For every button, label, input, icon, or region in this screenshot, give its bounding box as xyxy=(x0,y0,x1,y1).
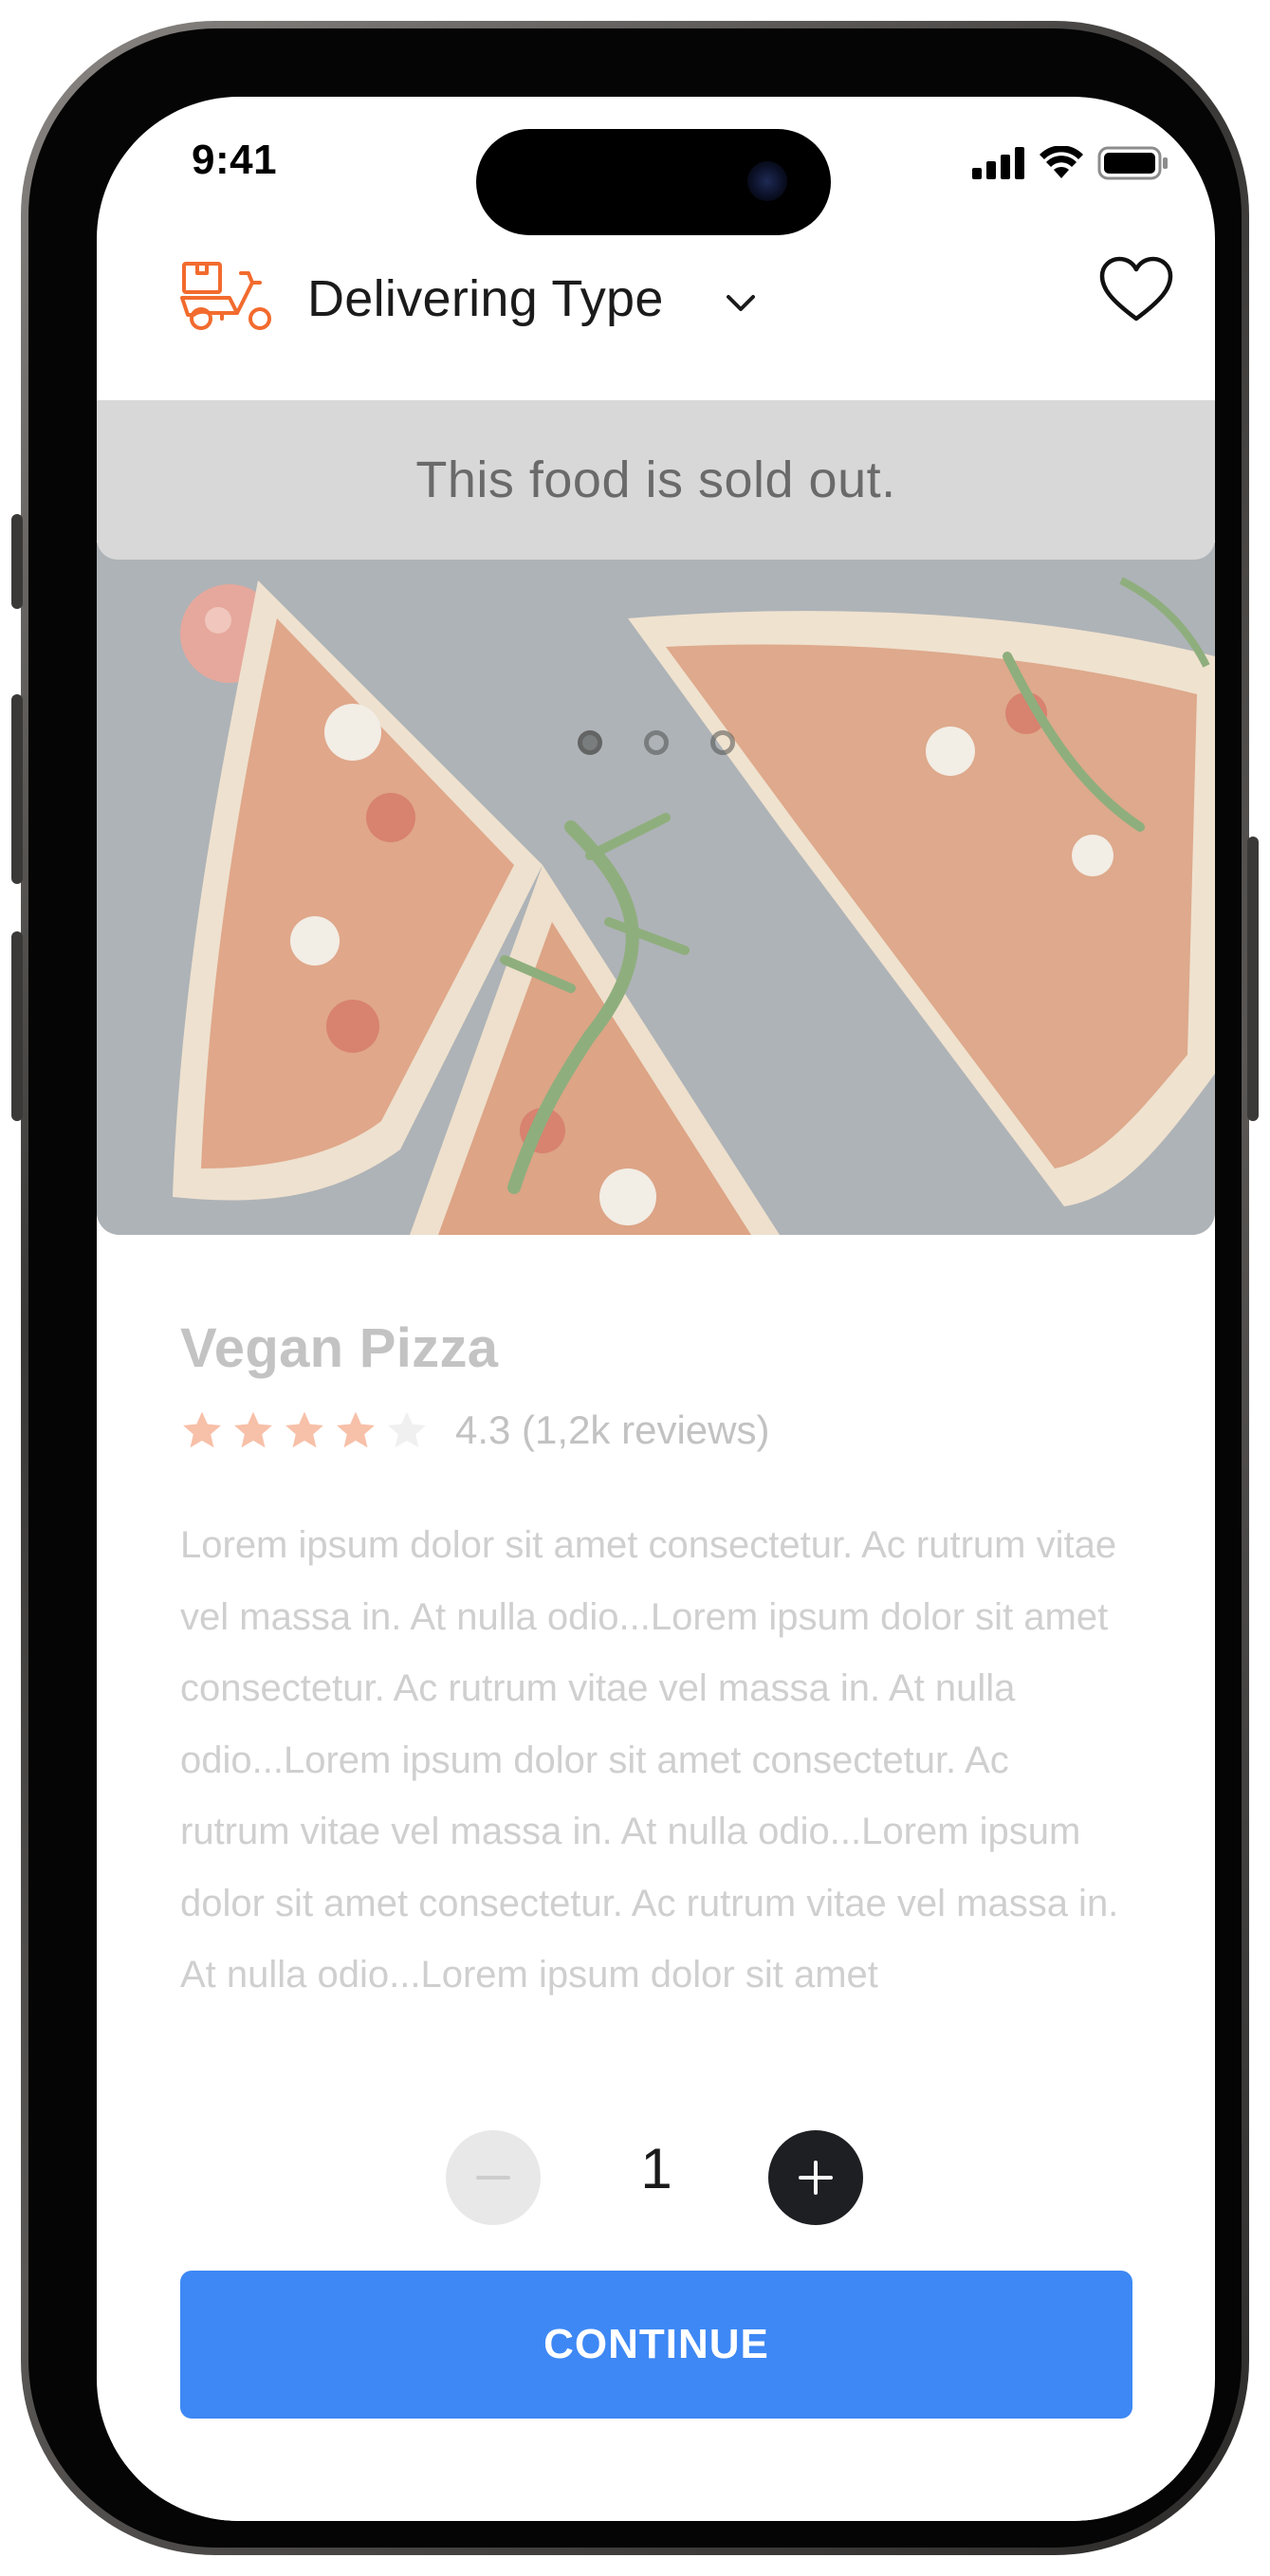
star-filled-icon xyxy=(285,1411,323,1448)
product-rating: 4.3 (1,2k reviews) xyxy=(180,1408,769,1453)
battery-icon xyxy=(1097,146,1168,180)
app-header: Delivering Type xyxy=(97,239,1215,400)
phone-frame: 9:41 Delivering Type This food is sold o… xyxy=(11,21,1259,2555)
carousel-dot[interactable] xyxy=(709,730,735,755)
dynamic-island xyxy=(476,129,831,235)
status-time: 9:41 xyxy=(192,137,278,183)
scooter-delivery-icon xyxy=(180,262,271,330)
product-name: Vegan Pizza xyxy=(180,1317,499,1379)
star-empty-icon xyxy=(388,1411,426,1448)
pizza-image xyxy=(97,543,1215,1235)
volume-down-button xyxy=(11,931,23,1121)
star-filled-icon xyxy=(234,1411,272,1448)
chevron-down-icon[interactable] xyxy=(723,288,759,317)
volume-up-button xyxy=(11,694,23,884)
sold-out-message: This food is sold out. xyxy=(415,451,896,508)
star-filled-icon xyxy=(183,1411,221,1448)
increase-quantity-button[interactable] xyxy=(768,2130,863,2225)
cellular-signal-icon xyxy=(972,147,1024,179)
wifi-icon xyxy=(1040,146,1083,178)
continue-button[interactable]: CONTINUE xyxy=(180,2271,1132,2419)
minus-icon xyxy=(476,2176,510,2180)
carousel-dot[interactable] xyxy=(577,730,602,755)
app-screen: 9:41 Delivering Type This food is sold o… xyxy=(97,97,1215,2521)
product-description: Lorem ipsum dolor sit amet consectetur. … xyxy=(180,1524,1119,1996)
delivery-type-dropdown[interactable]: Delivering Type xyxy=(307,269,664,328)
rating-text: 4.3 (1,2k reviews) xyxy=(455,1408,770,1452)
status-icons xyxy=(972,146,1169,180)
star-filled-icon xyxy=(337,1411,375,1448)
plus-icon xyxy=(799,2161,833,2195)
camera-lens xyxy=(747,161,787,201)
product-image-carousel[interactable] xyxy=(97,543,1215,1235)
power-button xyxy=(1247,837,1259,1121)
carousel-indicator xyxy=(97,730,1215,755)
mute-switch xyxy=(11,514,23,609)
quantity-value: 1 xyxy=(640,2137,672,2200)
rating-stars xyxy=(180,1408,436,1452)
sold-out-banner: This food is sold out. xyxy=(97,400,1215,560)
carousel-dot[interactable] xyxy=(643,730,669,755)
decrease-quantity-button[interactable] xyxy=(446,2130,541,2225)
heart-icon[interactable] xyxy=(1099,256,1173,324)
home-indicator-area xyxy=(97,2445,1215,2521)
